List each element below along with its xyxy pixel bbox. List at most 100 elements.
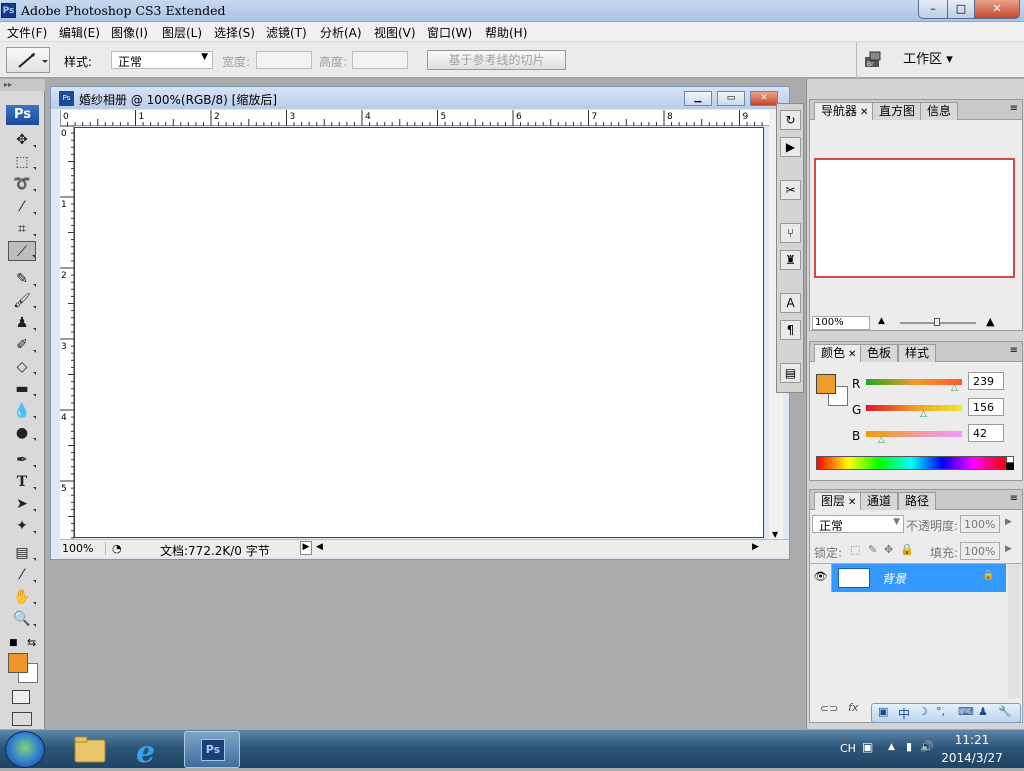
paragraph-icon[interactable]: ¶ bbox=[780, 320, 801, 340]
channel-r-thumb[interactable]: △ bbox=[951, 383, 958, 393]
keyboard-icon[interactable]: ⌨ bbox=[958, 705, 974, 718]
marquee-tool-icon[interactable]: ⬚ bbox=[8, 152, 36, 172]
clone-stamp-tool-icon[interactable]: ♟ bbox=[8, 313, 36, 333]
visibility-eye-icon[interactable]: 👁 bbox=[810, 564, 832, 592]
lock-position-icon[interactable]: ✥ bbox=[884, 543, 893, 556]
panel-menu-icon[interactable]: ≡ bbox=[1010, 345, 1018, 356]
tool-preset-picker[interactable] bbox=[6, 47, 50, 73]
status-menu-arrow-icon[interactable]: ▶ bbox=[300, 541, 312, 555]
magic-wand-tool-icon[interactable]: ⁄ bbox=[8, 197, 36, 217]
close-button[interactable]: ✕ bbox=[974, 0, 1020, 19]
tab-paths[interactable]: 路径 bbox=[898, 492, 937, 510]
eyedropper-tool-icon[interactable]: ⁄ bbox=[8, 565, 36, 585]
lasso-tool-icon[interactable]: ➰ bbox=[8, 174, 36, 194]
close-icon[interactable]: ✕ bbox=[848, 349, 856, 360]
width-input[interactable] bbox=[256, 51, 312, 69]
close-icon[interactable]: ✕ bbox=[860, 107, 868, 118]
doc-minimize-button[interactable]: ▁ bbox=[684, 91, 712, 106]
move-tool-icon[interactable]: ✥ bbox=[8, 130, 36, 150]
menu-window[interactable]: 窗口(W) bbox=[427, 24, 472, 41]
color-fg-swatch[interactable] bbox=[816, 374, 836, 394]
taskbar-explorer[interactable] bbox=[62, 731, 118, 768]
scroll-right-icon[interactable]: ▶ bbox=[752, 542, 759, 552]
custom-shape-tool-icon[interactable]: ✦ bbox=[8, 516, 36, 536]
brushes-icon[interactable]: ⑂ bbox=[780, 223, 801, 243]
hand-tool-icon[interactable]: ✋ bbox=[8, 587, 36, 607]
tab-navigator[interactable]: 导航器 ✕ bbox=[814, 102, 876, 120]
moon-icon[interactable]: ☽ bbox=[918, 705, 928, 718]
channel-g-thumb[interactable]: △ bbox=[920, 409, 927, 419]
path-selection-tool-icon[interactable]: ➤ bbox=[8, 494, 36, 514]
opacity-input[interactable]: 100% bbox=[960, 515, 1000, 533]
workspace-button[interactable]: 工作区 ▾ bbox=[895, 49, 961, 71]
pen-tool-icon[interactable]: ✒ bbox=[8, 450, 36, 470]
quick-mask-icon[interactable] bbox=[12, 690, 30, 704]
layer-style-icon[interactable]: fx bbox=[848, 701, 858, 714]
style-select[interactable]: 正常 ▼ bbox=[111, 51, 213, 69]
menu-edit[interactable]: 编辑(E) bbox=[59, 24, 100, 41]
language-indicator[interactable]: CH bbox=[840, 742, 856, 755]
panel-menu-icon[interactable]: ≡ bbox=[1010, 103, 1018, 114]
doc-close-button[interactable]: ✕ bbox=[750, 91, 778, 106]
ime-tray-icon[interactable]: ▣ bbox=[862, 740, 873, 754]
doc-maximize-button[interactable]: ▭ bbox=[717, 91, 745, 106]
panel-menu-icon[interactable]: ≡ bbox=[1010, 493, 1018, 504]
layer-row[interactable]: 👁 背景 🔒 bbox=[810, 564, 1006, 592]
clone-source-icon[interactable]: ♜ bbox=[780, 250, 801, 270]
user-icon[interactable]: ♟ bbox=[978, 705, 988, 718]
layers-scrollbar[interactable] bbox=[1008, 564, 1020, 698]
type-tool-icon[interactable]: T bbox=[8, 472, 36, 492]
lock-image-icon[interactable]: ✎ bbox=[868, 543, 877, 556]
color-ramp-black[interactable] bbox=[1006, 463, 1014, 470]
scroll-down-icon[interactable]: ▼ bbox=[772, 530, 778, 539]
foreground-color-swatch[interactable] bbox=[8, 653, 28, 673]
tab-histogram[interactable]: 直方图 bbox=[872, 102, 923, 120]
fill-input[interactable]: 100% bbox=[960, 542, 1000, 560]
eraser-tool-icon[interactable]: ◇ bbox=[8, 357, 36, 377]
toolbox-grip[interactable]: ▸▸ bbox=[0, 79, 45, 91]
lock-transparent-icon[interactable]: ⬚ bbox=[850, 543, 860, 556]
color-ramp-white[interactable] bbox=[1006, 456, 1014, 463]
opacity-arrow-icon[interactable]: ▶ bbox=[1005, 517, 1012, 527]
healing-brush-tool-icon[interactable]: ✎ bbox=[8, 269, 36, 289]
screen-mode-icon[interactable] bbox=[12, 712, 32, 726]
document-title-bar[interactable]: Ps 婚纱相册 @ 100%(RGB/8) [缩放后] ▁ ▭ ✕ bbox=[51, 87, 789, 109]
slice-tool-icon[interactable]: ⟋ bbox=[8, 241, 36, 261]
wrench-icon[interactable]: 🔧 bbox=[998, 705, 1012, 718]
close-icon[interactable]: ✕ bbox=[848, 497, 856, 508]
clock-date[interactable]: 2014/3/27 bbox=[940, 751, 1004, 765]
taskbar-photoshop[interactable]: Ps bbox=[184, 731, 240, 768]
zoom-in-icon[interactable]: ▲ bbox=[986, 315, 994, 328]
crop-tool-icon[interactable]: ⌗ bbox=[8, 219, 36, 239]
tab-color[interactable]: 颜色 ✕ bbox=[814, 344, 864, 362]
maximize-button[interactable]: □ bbox=[947, 0, 975, 19]
document-canvas[interactable] bbox=[74, 127, 764, 538]
taskbar-ie[interactable]: e bbox=[122, 731, 178, 770]
navigator-zoom-input[interactable]: 100% bbox=[812, 316, 870, 330]
navigator-preview[interactable] bbox=[814, 158, 1015, 278]
blur-tool-icon[interactable]: 💧 bbox=[8, 401, 36, 421]
tab-info[interactable]: 信息 bbox=[920, 102, 959, 120]
fill-arrow-icon[interactable]: ▶ bbox=[1005, 544, 1012, 554]
channel-b-input[interactable]: 42 bbox=[968, 424, 1004, 442]
zoom-slider-thumb[interactable] bbox=[934, 318, 940, 326]
menu-layer[interactable]: 图层(L) bbox=[162, 24, 202, 41]
swap-colors-icon[interactable]: ⇆ bbox=[27, 636, 36, 649]
clock-time[interactable]: 11:21 bbox=[940, 733, 1004, 747]
zoom-out-icon[interactable]: ▲ bbox=[878, 316, 885, 326]
minimize-button[interactable]: – bbox=[918, 0, 948, 19]
tab-swatches[interactable]: 色板 bbox=[860, 344, 899, 362]
channel-g-input[interactable]: 156 bbox=[968, 398, 1004, 416]
tab-styles[interactable]: 样式 bbox=[898, 344, 937, 362]
ime-logo-icon[interactable]: ▣ bbox=[878, 705, 888, 718]
layer-comps-icon[interactable]: ▤ bbox=[780, 363, 801, 383]
menu-filter[interactable]: 滤镜(T) bbox=[266, 24, 307, 41]
history-icon[interactable]: ↻ bbox=[780, 110, 801, 130]
channel-g-slider[interactable] bbox=[866, 405, 962, 411]
network-icon[interactable]: ▮ bbox=[906, 740, 912, 753]
tool-presets-icon[interactable]: ✂ bbox=[780, 180, 801, 200]
history-brush-tool-icon[interactable]: ✐ bbox=[8, 335, 36, 355]
menu-help[interactable]: 帮助(H) bbox=[485, 24, 527, 41]
menu-select[interactable]: 选择(S) bbox=[214, 24, 255, 41]
start-button[interactable] bbox=[5, 731, 45, 768]
